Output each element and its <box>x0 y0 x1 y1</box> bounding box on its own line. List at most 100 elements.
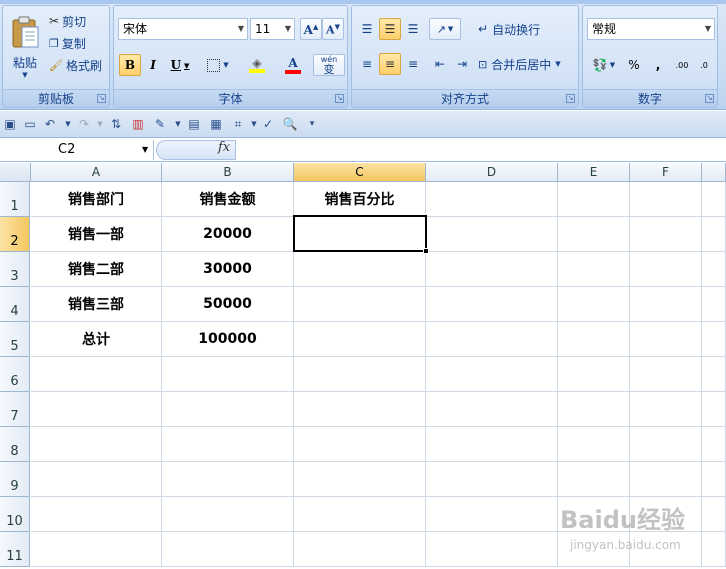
row-header-9[interactable]: 9 <box>0 462 30 497</box>
cell-d8[interactable] <box>426 427 558 462</box>
borders-button[interactable]: ▼ <box>201 54 235 76</box>
cell-d5[interactable] <box>426 322 558 357</box>
cell-c8[interactable] <box>294 427 426 462</box>
increase-indent-button[interactable]: ⇥ <box>451 53 473 75</box>
decrease-indent-button[interactable]: ⇤ <box>429 53 451 75</box>
edit-icon[interactable]: ✎ <box>152 116 168 132</box>
cell-e3[interactable] <box>558 252 630 287</box>
cell-overflow[interactable] <box>702 392 726 427</box>
customize-toolbar-icon[interactable]: ▾ <box>304 116 320 132</box>
row-header-5[interactable]: 5 <box>0 322 30 357</box>
cell-a2[interactable]: 销售一部 <box>31 217 162 252</box>
align-left-button[interactable]: ≡ <box>356 53 378 75</box>
chart-icon[interactable]: ▥ <box>130 116 146 132</box>
row-header-4[interactable]: 4 <box>0 287 30 322</box>
spelling-icon[interactable]: ✓ <box>260 116 276 132</box>
cell-a8[interactable] <box>31 427 162 462</box>
grow-font-button[interactable]: A▲ <box>300 18 322 40</box>
cell-overflow[interactable] <box>702 182 726 217</box>
camera-icon[interactable]: ⌗ <box>230 116 246 132</box>
bold-button[interactable]: B <box>119 54 141 76</box>
cell-c4[interactable] <box>294 287 426 322</box>
cell-a9[interactable] <box>31 462 162 497</box>
cell-f8[interactable] <box>630 427 702 462</box>
align-bottom-button[interactable]: ☰ <box>402 18 424 40</box>
cell-b10[interactable] <box>162 497 294 532</box>
cell-d9[interactable] <box>426 462 558 497</box>
cell-b6[interactable] <box>162 357 294 392</box>
orientation-button[interactable]: ↗ ▼ <box>429 18 461 40</box>
cell-c11[interactable] <box>294 532 426 567</box>
clipboard-launcher-icon[interactable]: ↘ <box>97 94 106 103</box>
name-box[interactable]: C2 ▼ <box>0 140 154 160</box>
shrink-font-button[interactable]: A▼ <box>322 18 344 40</box>
row-header-6[interactable]: 6 <box>0 357 30 392</box>
align-right-button[interactable]: ≡ <box>402 53 424 75</box>
cell-b9[interactable] <box>162 462 294 497</box>
underline-button[interactable]: U ▼ <box>165 54 195 76</box>
cell-b3[interactable]: 30000 <box>162 252 294 287</box>
cell-overflow[interactable] <box>702 497 726 532</box>
copy-button[interactable]: ❐ 复制 <box>49 32 107 54</box>
align-middle-button[interactable]: ☰ <box>379 18 401 40</box>
column-header-b[interactable]: B <box>162 163 294 182</box>
cell-c1[interactable]: 销售百分比 <box>294 182 426 217</box>
cell-c6[interactable] <box>294 357 426 392</box>
cell-overflow[interactable] <box>702 427 726 462</box>
column-header-c[interactable]: C <box>294 163 426 182</box>
cell-e8[interactable] <box>558 427 630 462</box>
form-icon[interactable]: ▤ <box>186 116 202 132</box>
cell-e5[interactable] <box>558 322 630 357</box>
cell-c5[interactable] <box>294 322 426 357</box>
cell-a4[interactable]: 销售三部 <box>31 287 162 322</box>
column-header-d[interactable]: D <box>426 163 558 182</box>
row-header-7[interactable]: 7 <box>0 392 30 427</box>
column-header-f[interactable]: F <box>630 163 702 182</box>
italic-button[interactable]: I <box>142 54 164 76</box>
cell-d11[interactable] <box>426 532 558 567</box>
cell-e1[interactable] <box>558 182 630 217</box>
active-cell-border[interactable] <box>293 215 427 252</box>
paste-button[interactable]: 粘贴 ▼ <box>7 8 43 86</box>
cell-overflow[interactable] <box>702 217 726 252</box>
cell-f3[interactable] <box>630 252 702 287</box>
cell-c9[interactable] <box>294 462 426 497</box>
cell-b4[interactable]: 50000 <box>162 287 294 322</box>
save-icon[interactable]: ▣ <box>2 116 18 132</box>
merge-center-button[interactable]: ⊡ 合并后居中 ▼ <box>478 53 578 75</box>
chevron-down-icon[interactable]: ▼ <box>92 116 108 132</box>
chevron-down-icon[interactable]: ▼ <box>142 140 148 160</box>
cell-f9[interactable] <box>630 462 702 497</box>
phonetic-button[interactable]: wén 变 <box>313 54 345 76</box>
cell-c3[interactable] <box>294 252 426 287</box>
new-file-icon[interactable]: ▭ <box>22 116 38 132</box>
row-header-8[interactable]: 8 <box>0 427 30 462</box>
cell-f1[interactable] <box>630 182 702 217</box>
print-preview-icon[interactable]: 🔍 <box>282 116 298 132</box>
format-painter-button[interactable]: 🖌 格式刷 <box>49 54 109 76</box>
chevron-down-icon[interactable]: ▼ <box>60 116 76 132</box>
cell-d1[interactable] <box>426 182 558 217</box>
cell-f2[interactable] <box>630 217 702 252</box>
number-launcher-icon[interactable]: ↘ <box>705 94 714 103</box>
cell-a6[interactable] <box>31 357 162 392</box>
cell-e2[interactable] <box>558 217 630 252</box>
row-header-2[interactable]: 2 <box>0 217 30 252</box>
cell-f7[interactable] <box>630 392 702 427</box>
alignment-launcher-icon[interactable]: ↘ <box>566 94 575 103</box>
cell-a7[interactable] <box>31 392 162 427</box>
fill-color-button[interactable]: ◈ <box>240 54 274 76</box>
cell-d3[interactable] <box>426 252 558 287</box>
cell-c10[interactable] <box>294 497 426 532</box>
cell-f4[interactable] <box>630 287 702 322</box>
chevron-down-icon[interactable]: ▼ <box>170 116 186 132</box>
font-name-combo[interactable]: 宋体 ▼ <box>118 18 248 40</box>
cell-overflow[interactable] <box>702 532 726 567</box>
cell-d7[interactable] <box>426 392 558 427</box>
cell-d4[interactable] <box>426 287 558 322</box>
font-size-combo[interactable]: 11 ▼ <box>250 18 295 40</box>
fill-handle[interactable] <box>423 248 429 254</box>
cell-f5[interactable] <box>630 322 702 357</box>
sort-icon[interactable]: ⇅ <box>108 116 124 132</box>
percent-style-button[interactable]: % <box>623 54 645 76</box>
